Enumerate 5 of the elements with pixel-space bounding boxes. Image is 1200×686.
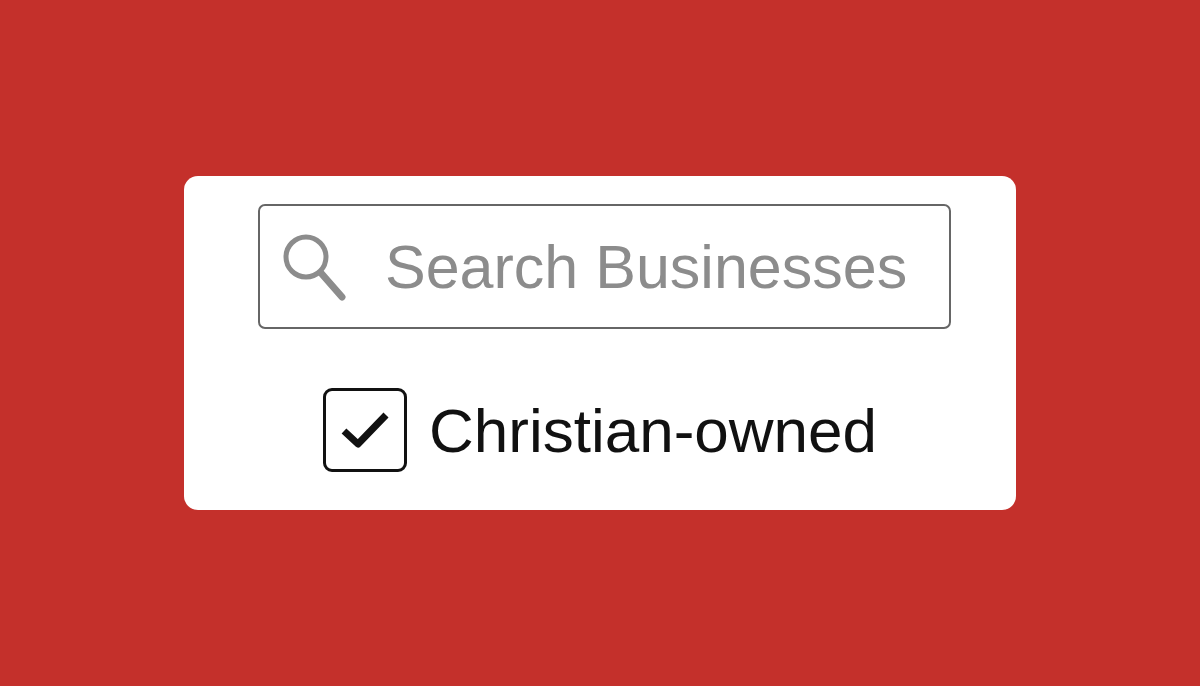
checkbox[interactable] — [323, 388, 407, 472]
checkbox-label: Christian-owned — [429, 394, 877, 466]
check-icon — [340, 410, 390, 450]
search-field[interactable]: Search Businesses — [258, 204, 951, 329]
search-icon — [282, 233, 348, 301]
